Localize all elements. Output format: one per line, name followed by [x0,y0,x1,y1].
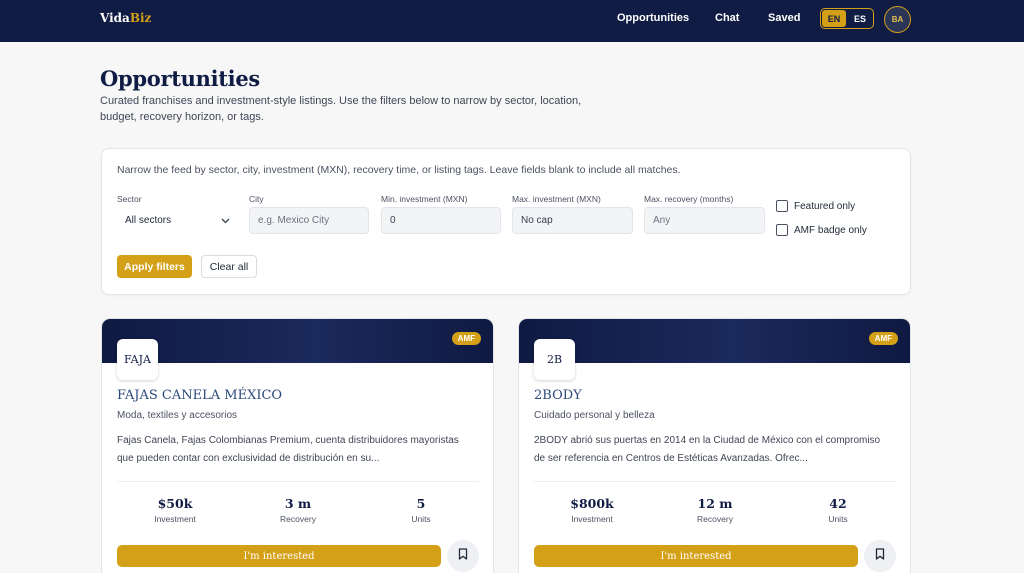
stat-label: Recovery [280,514,316,524]
stat-investment: $800k Investment [537,496,647,524]
interested-button[interactable]: I'm interested [534,545,858,567]
stat-label: Investment [571,514,613,524]
chevron-down-icon [221,216,230,226]
listing-category: Moda, textiles y accesorios [117,410,238,421]
listing-name[interactable]: 2BODY [534,388,582,403]
lang-en-button[interactable]: EN [822,10,846,27]
sector-select[interactable]: All sectors [117,207,239,234]
checkbox-box[interactable] [776,224,788,236]
listing-description: Fajas Canela, Fajas Colombianas Premium,… [117,435,459,464]
sector-select-value: All sectors [125,215,172,226]
stat-value: $800k [570,496,614,511]
stat-recovery: 3 m Recovery [243,496,353,524]
clear-all-button[interactable]: Clear all [201,255,257,278]
stat-value: 3 m [284,496,312,511]
nav-link-chat[interactable]: Chat [715,12,739,24]
stat-label: Units [411,514,431,524]
min-investment-label: Min. investment (MXN) [381,194,468,204]
avatar[interactable]: BA [884,6,911,33]
amf-badge: AMF [868,332,898,345]
amf-badge-only-label: AMF badge only [794,224,867,236]
min-investment-input[interactable]: 0 [381,207,501,234]
max-investment-label: Max. investment (MXN) [512,194,601,204]
filter-note: Narrow the feed by sector, city, investm… [117,164,681,176]
divider [534,481,896,482]
stat-investment: $50k Investment [120,496,230,524]
listing-name[interactable]: FAJAS CANELA MÉXICO [117,388,282,403]
stat-value: 12 m [697,496,733,511]
nav-link-saved[interactable]: Saved [768,12,800,24]
save-button[interactable] [447,540,479,572]
listing-card[interactable]: AMF 2B 2BODY Cuidado personal y belleza … [518,318,911,573]
page-subtitle: Curated franchises and investment-style … [100,95,582,123]
city-label: City [249,194,264,204]
max-recovery-input[interactable]: Any [644,207,765,234]
bookmark-icon [875,547,885,565]
amf-badge: AMF [451,332,481,345]
brand-logo[interactable]: VidaBiz [100,11,151,25]
listing-logo: 2B [534,339,575,380]
max-recovery-label: Max. recovery (months) [644,194,734,204]
city-input[interactable]: e.g. Mexico City [249,207,369,234]
stat-value: $50k [157,496,193,511]
stat-units: 42 Units [783,496,893,524]
save-button[interactable] [864,540,896,572]
stat-units: 5 Units [366,496,476,524]
featured-only-checkbox[interactable]: Featured only [776,200,855,212]
stat-label: Units [828,514,848,524]
filter-panel: Narrow the feed by sector, city, investm… [101,148,911,295]
listing-logo: FAJA [117,339,158,380]
lang-es-button[interactable]: ES [848,10,872,27]
stat-value: 5 [416,496,426,511]
listing-category: Cuidado personal y belleza [534,410,655,421]
brand-main: Vida [100,11,130,25]
interested-button[interactable]: I'm interested [117,545,441,567]
apply-filters-button[interactable]: Apply filters [117,255,192,278]
amf-badge-only-checkbox[interactable]: AMF badge only [776,224,867,236]
max-investment-input[interactable]: No cap [512,207,633,234]
listing-card[interactable]: AMF FAJA FAJAS CANELA MÉXICO Moda, texti… [101,318,494,573]
nav-link-opportunities[interactable]: Opportunities [617,12,689,24]
top-nav: VidaBiz Opportunities Chat Saved EN ES B… [0,0,1024,42]
page-title: Opportunities [100,66,260,91]
stat-label: Recovery [697,514,733,524]
divider [117,481,479,482]
brand-accent: Biz [129,11,152,25]
card-banner [519,319,910,363]
stat-value: 42 [829,496,847,511]
featured-only-label: Featured only [794,200,856,212]
card-banner [102,319,493,363]
sector-label: Sector [117,194,142,204]
stat-recovery: 12 m Recovery [660,496,770,524]
language-switcher: EN ES [820,8,874,29]
stat-label: Investment [154,514,196,524]
bookmark-icon [458,547,468,565]
listing-description: 2BODY abrió sus puertas en 2014 en la Ci… [534,435,881,464]
checkbox-box[interactable] [776,200,788,212]
